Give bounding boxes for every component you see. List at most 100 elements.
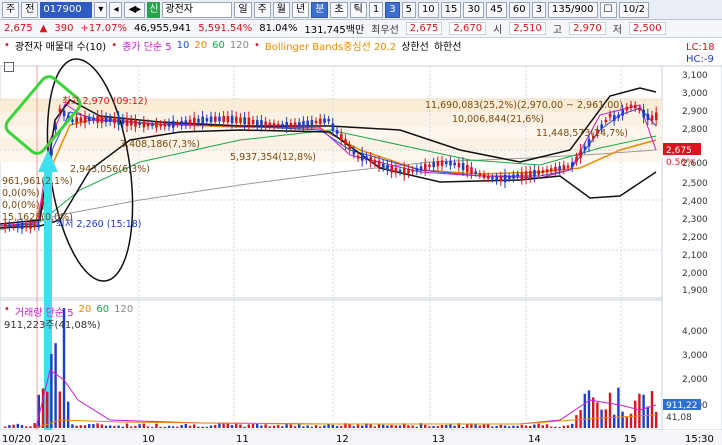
- best-bid: 2,670: [449, 22, 487, 35]
- volume-bar: [20, 425, 24, 428]
- period-tick[interactable]: 틱: [349, 1, 367, 18]
- period-day[interactable]: 일: [234, 1, 252, 18]
- volume-bar: [25, 426, 28, 428]
- interval-15[interactable]: 15: [440, 1, 462, 18]
- prev-icon[interactable]: ◂: [109, 1, 123, 18]
- legend-ma20[interactable]: 20: [194, 40, 207, 51]
- interval-input[interactable]: 3: [531, 1, 546, 18]
- legend-lower[interactable]: 하한선: [434, 38, 462, 53]
- candle: [558, 166, 561, 171]
- period-minute[interactable]: 분: [311, 1, 329, 18]
- volume-bar: [226, 423, 229, 428]
- volume-bar: [516, 425, 519, 428]
- vol-legend-ma120[interactable]: 120: [114, 304, 133, 319]
- legend-marker-icon: •: [4, 39, 10, 51]
- checkbox-icon[interactable]: ☐: [599, 1, 617, 18]
- candle: [407, 168, 410, 174]
- candle: [575, 156, 578, 162]
- period-year[interactable]: 년: [292, 1, 310, 18]
- interval-60[interactable]: 60: [508, 1, 530, 18]
- legend-marker-icon-2: •: [111, 39, 118, 51]
- candle: [524, 171, 528, 179]
- candle: [75, 117, 78, 124]
- y-tick: 2,500: [682, 179, 708, 189]
- type-select[interactable]: 전: [21, 1, 39, 18]
- volume-bar: [67, 401, 70, 428]
- candle: [541, 170, 545, 174]
- legend-title[interactable]: 광전자 매물대 수(10): [15, 38, 106, 53]
- candle: [37, 224, 41, 228]
- volume-bar: [436, 426, 439, 428]
- candle: [281, 123, 284, 127]
- candle: [373, 159, 377, 164]
- candle: [83, 115, 87, 123]
- volume-bar: [331, 424, 334, 428]
- volume-bar: [268, 426, 271, 428]
- market-select[interactable]: 주: [2, 1, 20, 18]
- volume-bar: [277, 424, 280, 428]
- period-week[interactable]: 주: [253, 1, 271, 18]
- candle: [4, 223, 7, 229]
- toolbar: 주 전 017900 ▾ ◂ ◀▸ 신 광전자 일 주 월 년 분 초 틱 1 …: [0, 0, 722, 20]
- volume-bar: [159, 426, 162, 428]
- candle: [625, 106, 629, 111]
- interval-30[interactable]: 30: [463, 1, 485, 18]
- candle: [516, 173, 519, 177]
- legend-ma5[interactable]: 종가 단순 5: [122, 38, 172, 53]
- interval-3[interactable]: 3: [385, 1, 400, 18]
- candle: [310, 120, 314, 126]
- candle: [159, 123, 162, 127]
- candle: [365, 156, 368, 161]
- volume-bar: [96, 423, 99, 428]
- date-input[interactable]: 10/2: [618, 1, 649, 18]
- volume-bar: [29, 426, 32, 428]
- interval-10[interactable]: 10: [417, 1, 439, 18]
- candle: [403, 167, 406, 176]
- interval-5[interactable]: 5: [401, 1, 416, 18]
- volume-bar: [655, 411, 658, 428]
- volume-bar: [650, 391, 654, 428]
- legend-ma120[interactable]: 120: [230, 40, 249, 51]
- interval-1[interactable]: 1: [368, 1, 384, 18]
- legend-upper[interactable]: 상한선: [401, 38, 429, 53]
- volume-bar: [197, 426, 200, 428]
- candle: [629, 104, 633, 108]
- volume-bar: [428, 426, 431, 428]
- interval-45[interactable]: 45: [486, 1, 507, 18]
- price-chart[interactable]: 3,100 3,000 2,900 2,800 2,600 2,500 2,40…: [0, 52, 722, 445]
- grid-icon[interactable]: [4, 62, 14, 72]
- volume-bar: [180, 425, 183, 428]
- candle: [218, 116, 221, 122]
- period-month[interactable]: 월: [272, 1, 290, 18]
- period-second[interactable]: 초: [330, 1, 348, 18]
- candle: [180, 120, 183, 126]
- volume-bar: [432, 426, 435, 428]
- price-badge: 2,675: [666, 146, 692, 156]
- legend-ma10[interactable]: 10: [177, 40, 190, 51]
- candle: [550, 168, 553, 172]
- candle: [478, 173, 482, 176]
- search-icon[interactable]: ▾: [94, 1, 108, 18]
- candle: [487, 175, 490, 179]
- volume-bar: [495, 425, 498, 428]
- sound-icon[interactable]: ◀▸: [124, 1, 146, 18]
- volume-bar: [440, 425, 444, 428]
- candle: [445, 161, 448, 165]
- candle: [377, 160, 381, 167]
- vp-label-1: 11,690,083(25,2%)(2,970.00 ~ 2,961.00): [425, 100, 623, 111]
- volume-bar: [58, 391, 61, 428]
- volume-bar: [188, 425, 192, 428]
- candle: [184, 120, 188, 125]
- volume-bar: [361, 425, 364, 428]
- stock-code-input[interactable]: 017900: [40, 1, 93, 18]
- legend-ma60[interactable]: 60: [212, 40, 225, 51]
- stock-name[interactable]: 광전자: [162, 1, 233, 18]
- candle: [617, 114, 620, 118]
- vp-label-8: 0,0(0%): [2, 188, 40, 199]
- candle: [155, 122, 158, 128]
- candle: [470, 167, 473, 174]
- legend-bollinger[interactable]: Bollinger Bands중심선 20,2: [265, 38, 396, 53]
- volume-bar: [541, 425, 544, 428]
- candle: [340, 133, 343, 141]
- volume-bar: [625, 417, 628, 428]
